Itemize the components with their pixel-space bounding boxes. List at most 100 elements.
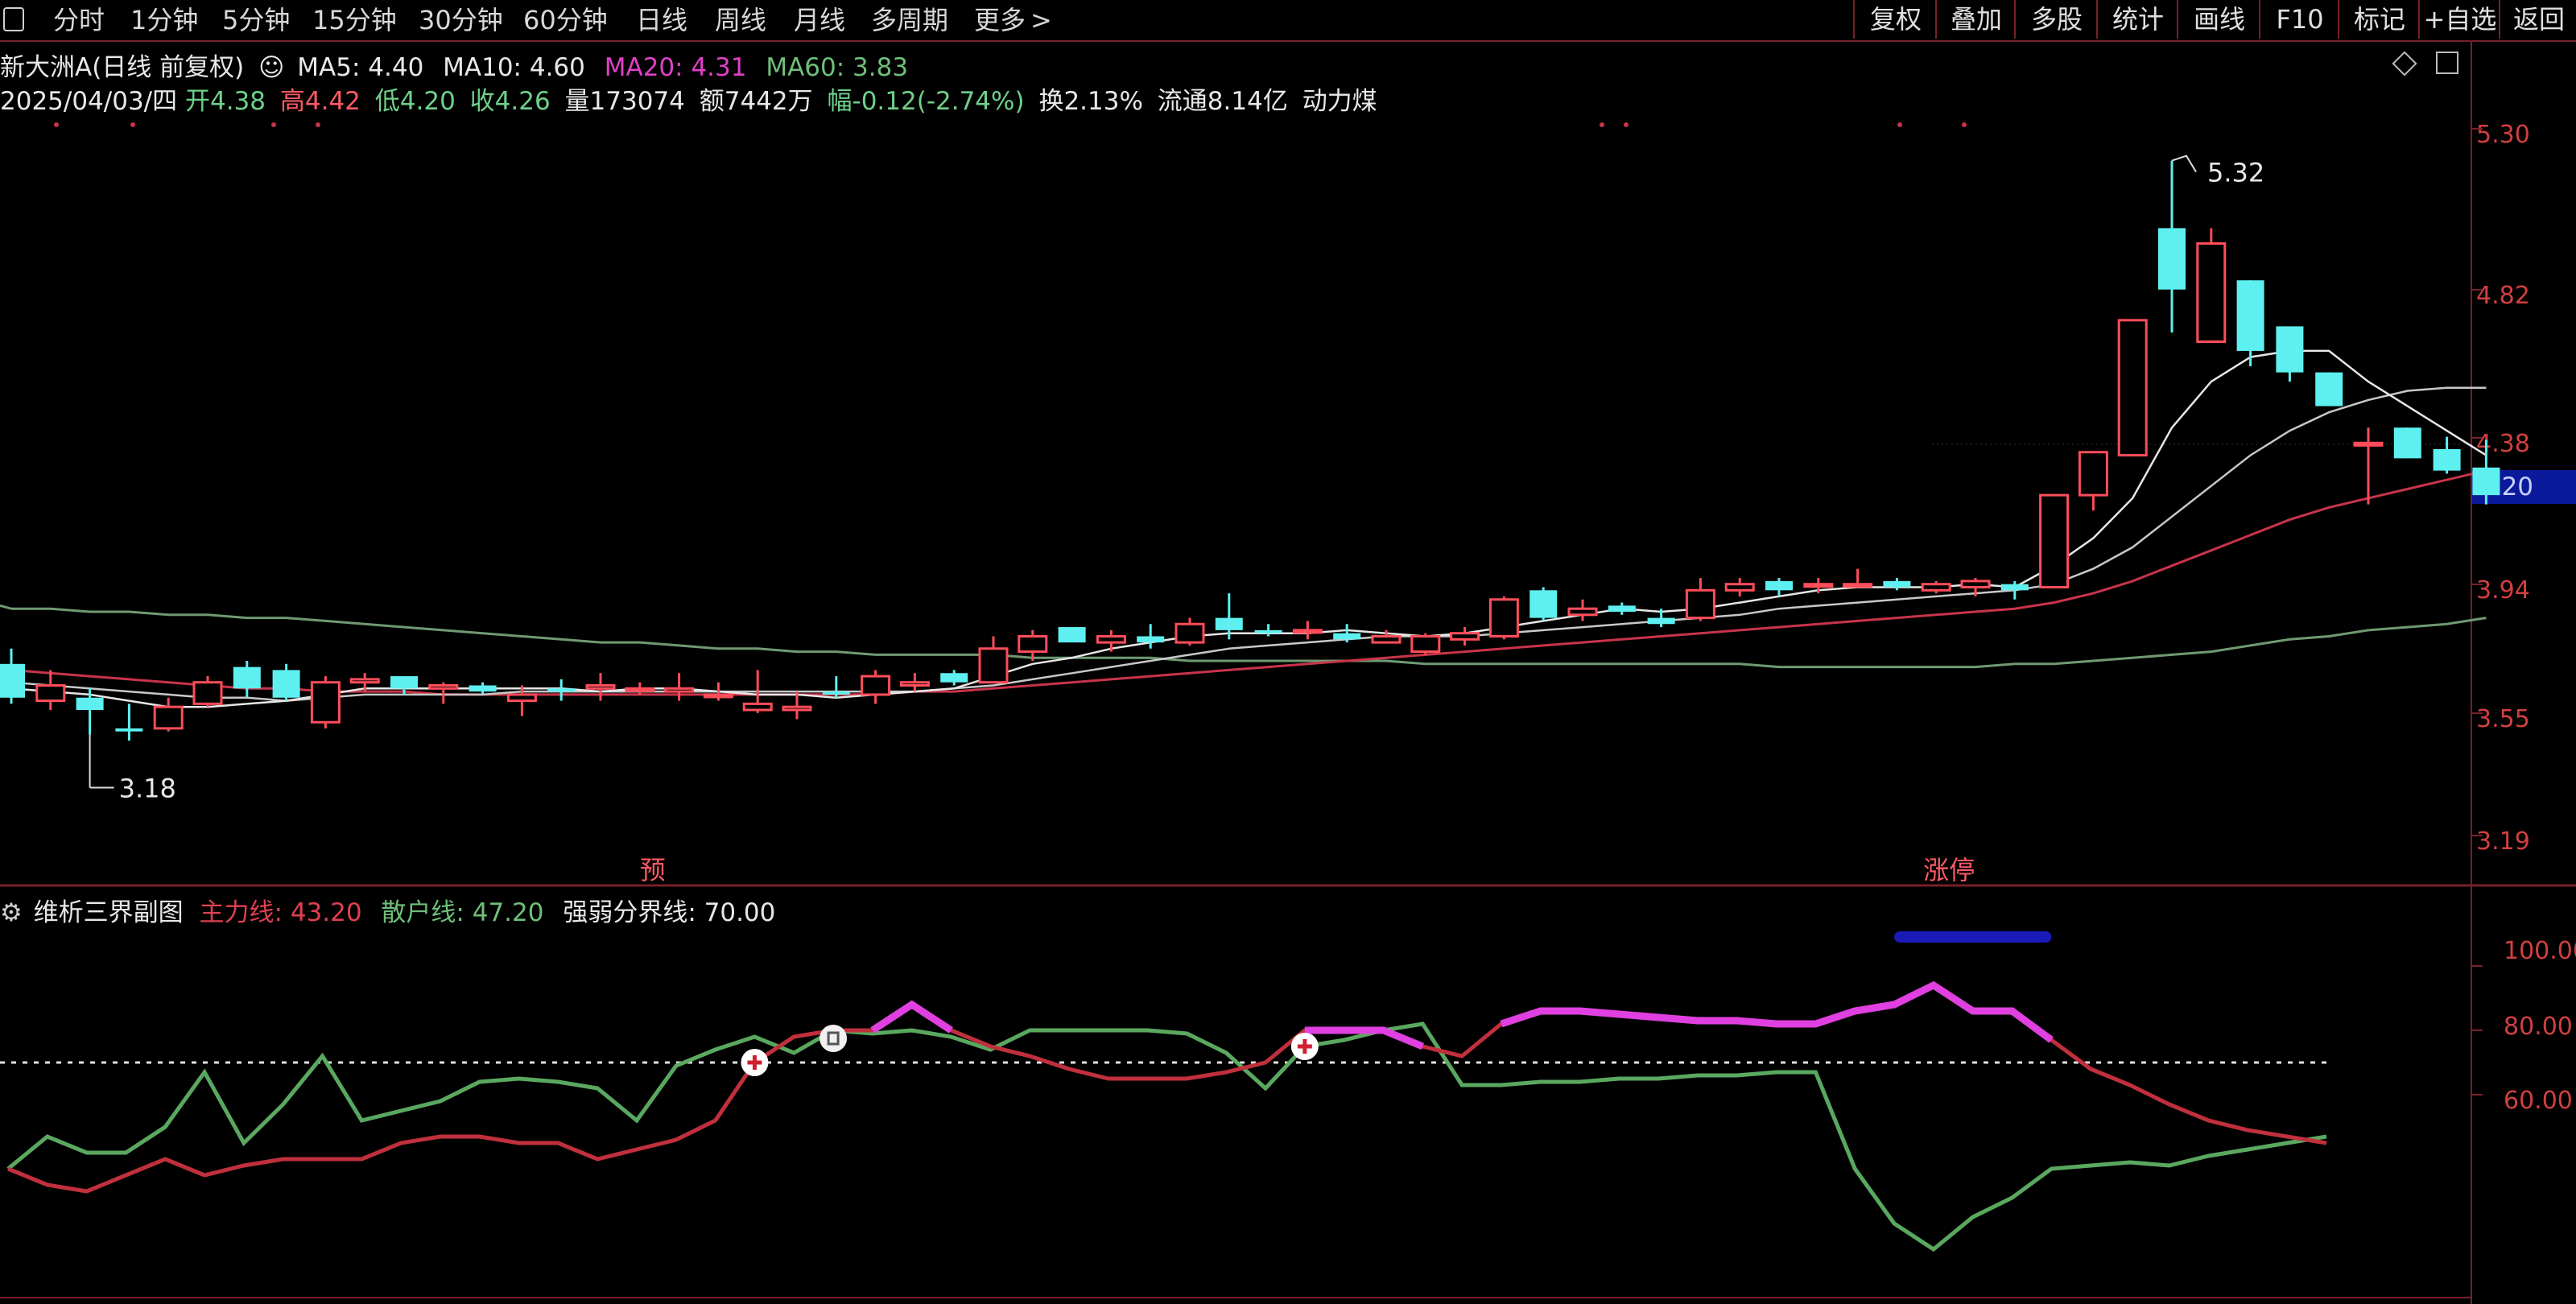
strong-segment	[1304, 1026, 1424, 1050]
main-line	[7, 983, 2327, 1194]
candle-body	[428, 684, 459, 690]
candle-body	[0, 663, 25, 698]
quote-amount: 额7442万	[699, 87, 813, 116]
period-tab-7[interactable]: 周线	[715, 3, 766, 37]
toolbar-button-6[interactable]: 标记	[2338, 0, 2420, 39]
event-dot	[1624, 122, 1629, 127]
panel-toggle-icon[interactable]	[2436, 52, 2458, 74]
price-tick-3: 4.38	[2476, 430, 2530, 458]
candle-body	[1803, 583, 1834, 588]
candle-body	[2315, 372, 2343, 406]
candle-body	[1292, 629, 1323, 634]
candle-body	[1685, 588, 1715, 620]
candle-body	[1647, 617, 1675, 625]
toolbar-button-5[interactable]: F10	[2259, 0, 2339, 39]
period-tab-6[interactable]: 日线	[636, 3, 687, 37]
more-arrow-icon: >	[1030, 5, 1052, 35]
high-pointer	[2171, 155, 2197, 173]
price-tick-1: 5.30	[2476, 121, 2530, 149]
candle-body	[115, 728, 143, 732]
candle-body	[1174, 622, 1205, 644]
event-dot	[1600, 122, 1604, 127]
period-tab-1[interactable]: 1分钟	[130, 3, 198, 37]
candle-body	[1018, 635, 1048, 654]
indicator-gear-icon[interactable]: ⚙	[0, 898, 23, 927]
candle-body	[742, 702, 773, 712]
toolbar-button-8[interactable]: 返回	[2499, 0, 2576, 39]
ma60-line	[11, 607, 2487, 669]
period-tab-5[interactable]: 60分钟	[523, 3, 608, 37]
stock-info-line2: 2025/04/03/四 开4.38 高4.42 低4.20 收4.26 量17…	[0, 80, 1377, 117]
event-dot	[54, 122, 59, 127]
candle-body	[153, 705, 184, 730]
quote-change: 幅-0.12(-2.74%)	[827, 87, 1025, 116]
smiley-icon[interactable]: ☺	[258, 53, 284, 82]
period-tab-9[interactable]: 多周期	[871, 3, 948, 37]
toolbar-button-2[interactable]: 多股	[2014, 0, 2098, 39]
period-tab-10[interactable]: 更多 >	[974, 3, 1052, 37]
buy-point-icon	[1290, 1033, 1319, 1060]
candle-body	[2393, 427, 2421, 459]
candle-body	[978, 647, 1009, 684]
candle-body	[35, 684, 66, 703]
event-label-1: 预	[640, 855, 666, 885]
period-tab-8[interactable]: 月线	[794, 3, 845, 37]
candle-body	[1530, 590, 1558, 618]
ind-tick-80: 80.00	[2504, 1013, 2573, 1041]
toolbar-button-7[interactable]: +自选	[2418, 0, 2500, 39]
toolbar-button-1[interactable]: 叠加	[1935, 0, 2016, 39]
candle-body	[310, 681, 341, 724]
ma10-label: MA10: 4.60	[443, 53, 585, 82]
candle-body	[1724, 583, 1755, 592]
candle-body	[547, 688, 576, 692]
quote-close: 收4.26	[469, 87, 551, 116]
candle-body	[703, 693, 733, 699]
price-tick-2: 4.82	[2476, 282, 2530, 310]
high-annotation: 5.32	[2207, 158, 2264, 188]
threshold-label: 强弱分界线: 70.00	[563, 898, 776, 927]
candle-body	[2353, 441, 2384, 447]
strong-segment	[870, 1000, 953, 1034]
quote-float: 流通8.14亿	[1157, 87, 1288, 116]
candle-body	[1488, 598, 1519, 638]
candle-body	[2117, 319, 2148, 457]
ma10-line	[10, 386, 2487, 702]
quote-open: 开4.38	[184, 87, 266, 116]
toolbar-button-3[interactable]: 统计	[2096, 0, 2178, 39]
sidebar-toggle-icon[interactable]	[3, 7, 24, 31]
event-label-2: 涨停	[1923, 855, 1975, 885]
stock-info-line1: 新大洲A(日线 前复权) ☺ MA5: 4.40 MA10: 4.60 MA20…	[0, 47, 908, 83]
candle-body	[1960, 580, 1991, 588]
candle-body	[1608, 605, 1636, 612]
period-tab-3[interactable]: 15分钟	[312, 3, 397, 37]
candlestick-chart[interactable]: 5.32 3.18 预 涨停	[0, 0, 2576, 1304]
period-tab-4[interactable]: 30分钟	[419, 3, 503, 37]
indicator-header: ⚙ 维析三界副图 主力线: 43.20 散户线: 47.20 强弱分界线: 70…	[0, 892, 775, 928]
candle-body	[1765, 580, 1793, 591]
ma60-line-lead	[0, 604, 12, 610]
toolbar-button-4[interactable]: 画线	[2177, 0, 2260, 39]
candle-body	[861, 675, 891, 696]
signal-marker-bar	[1894, 931, 2052, 943]
event-dot	[1897, 122, 1902, 127]
candle-body	[1843, 583, 1873, 588]
diamond-icon[interactable]	[2392, 51, 2417, 76]
quote-high: 高4.42	[279, 87, 361, 116]
candle-body	[664, 687, 695, 693]
candle-body	[1921, 583, 1951, 592]
candle-body	[1567, 607, 1598, 617]
candle-body	[390, 676, 418, 689]
main-line-label: 主力线: 43.20	[199, 898, 362, 927]
period-tab-0[interactable]: 分时	[53, 3, 105, 37]
ma60-label: MA60: 3.83	[766, 53, 909, 82]
candle-body	[349, 678, 380, 684]
candle-body	[1254, 629, 1282, 633]
candle-body	[782, 705, 812, 712]
toolbar-button-0[interactable]: 复权	[1853, 0, 1937, 39]
candle-body	[1371, 635, 1402, 644]
period-tab-2[interactable]: 5分钟	[222, 3, 290, 37]
price-tick-6: 3.19	[2476, 827, 2530, 856]
retail-line-label: 散户线: 47.20	[381, 898, 544, 927]
indicator-name[interactable]: 维析三界副图	[34, 898, 184, 927]
ind-tick-60: 60.00	[2504, 1087, 2573, 1115]
